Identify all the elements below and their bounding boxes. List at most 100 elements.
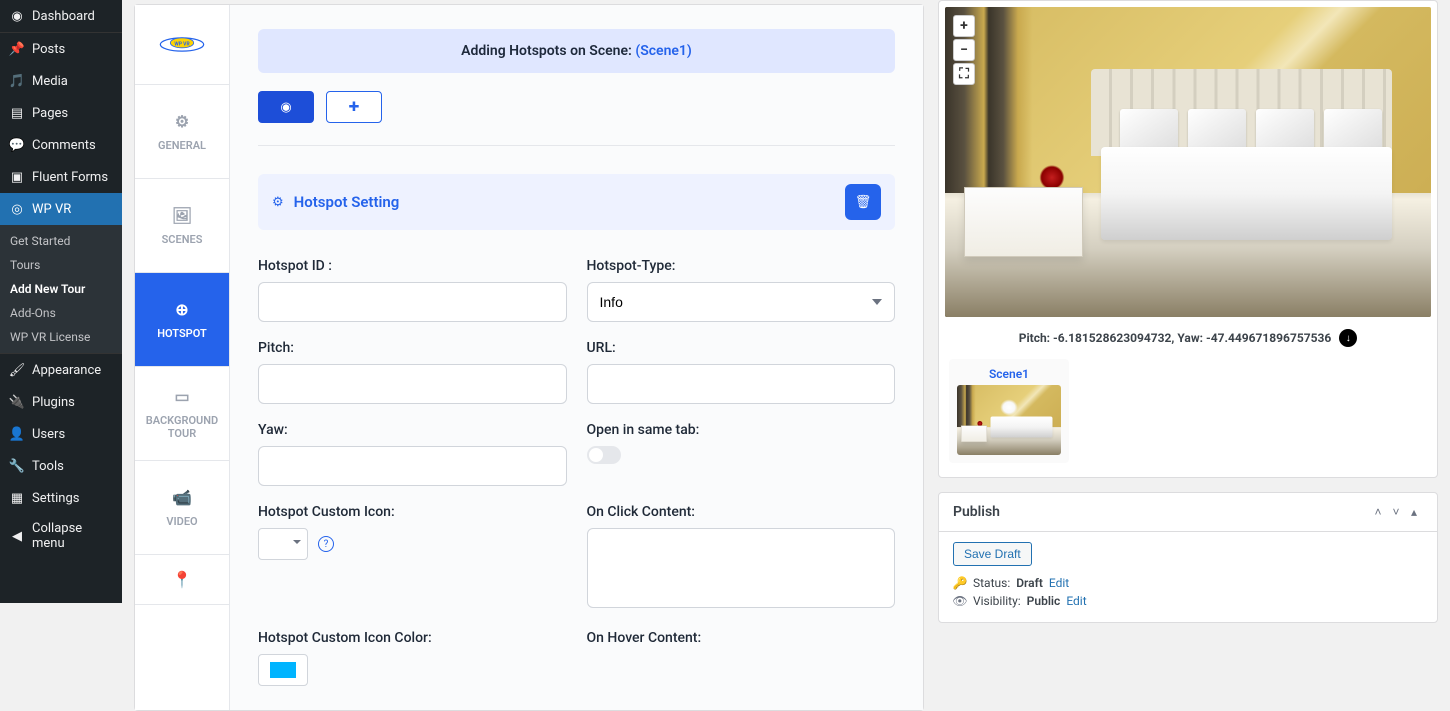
sub-get-started[interactable]: Get Started <box>0 229 122 253</box>
yaw-label: , Yaw: <box>1171 331 1206 345</box>
collapse-down-icon[interactable]: ˅ <box>1387 503 1405 521</box>
plus-icon: ✚ <box>349 100 360 115</box>
sidebar-item-wpvr[interactable]: ◎WP VR <box>0 193 122 225</box>
label: Pitch: <box>258 340 567 356</box>
publish-title: Publish <box>953 504 1369 520</box>
label: Hotspot Custom Icon: <box>258 504 567 520</box>
label: Yaw: <box>258 422 567 438</box>
field-hotspot-type: Hotspot-Type: Info <box>587 258 896 322</box>
label: Hotspot Custom Icon Color: <box>258 630 567 646</box>
url-input[interactable] <box>587 364 896 404</box>
visibility-label: Visibility: <box>973 594 1021 608</box>
key-icon: 🔑 <box>953 576 967 590</box>
brush-icon: 🖌 <box>8 361 26 379</box>
status-value: Draft <box>1016 576 1043 590</box>
color-picker[interactable] <box>258 654 308 686</box>
visibility-edit-link[interactable]: Edit <box>1066 594 1086 608</box>
same-tab-toggle[interactable] <box>587 446 621 464</box>
add-hotspot-button[interactable]: ✚ <box>326 91 382 123</box>
dashboard-icon: ◉ <box>8 7 26 25</box>
wpvr-icon: ◎ <box>8 200 26 218</box>
label: Media <box>32 74 68 89</box>
label: Collapse menu <box>32 521 114 551</box>
fullscreen-button[interactable]: ⛶ <box>953 63 975 85</box>
panorama-preview[interactable] <box>945 7 1431 317</box>
tab-label: VIDEO <box>166 515 197 528</box>
sidebar-item-users[interactable]: 👤Users <box>0 418 122 450</box>
scene-link[interactable]: (Scene1) <box>635 43 692 59</box>
delete-hotspot-button[interactable]: 🗑 <box>845 184 881 220</box>
location-icon: 📍 <box>172 570 192 589</box>
toggle-panel-icon[interactable]: ▴ <box>1405 503 1423 521</box>
sidebar-item-fluentforms[interactable]: ▣Fluent Forms <box>0 161 122 193</box>
download-icon[interactable]: ↓ <box>1339 329 1357 347</box>
sidebar-item-tools[interactable]: 🔧Tools <box>0 450 122 482</box>
sub-tours[interactable]: Tours <box>0 253 122 277</box>
label: On Click Content: <box>587 504 896 520</box>
collapse-up-icon[interactable]: ˄ <box>1369 503 1387 521</box>
forms-icon: ▣ <box>8 168 26 186</box>
tab-label: BACKGROUND TOUR <box>135 414 229 440</box>
tab-video[interactable]: 📹 VIDEO <box>135 461 229 555</box>
label: Hotspot ID : <box>258 258 567 274</box>
users-icon: 👤 <box>8 425 26 443</box>
label: Comments <box>32 138 96 153</box>
eye-icon: 👁 <box>953 594 967 608</box>
editor-tabs: WP VR ⚙ GENERAL 🖼 SCENES ⊕ HOTSPOT ▭ <box>135 5 230 710</box>
sidebar-item-media[interactable]: 🎵 Media <box>0 65 122 97</box>
on-click-textarea[interactable] <box>587 528 896 608</box>
collapse-icon: ◀ <box>8 527 26 545</box>
zoom-in-button[interactable]: + <box>953 15 975 37</box>
divider <box>258 145 895 146</box>
scene-thumbnail <box>957 385 1061 455</box>
sidebar-item-posts[interactable]: 📌Posts <box>0 33 122 65</box>
yaw-input[interactable] <box>258 446 567 486</box>
icon-picker-dropdown[interactable] <box>258 528 308 560</box>
hotspot-type-select[interactable]: Info <box>587 282 896 322</box>
tab-general[interactable]: ⚙ GENERAL <box>135 85 229 179</box>
tab-more[interactable]: 📍 <box>135 555 229 605</box>
field-url: URL: <box>587 340 896 404</box>
label: Plugins <box>32 395 75 410</box>
scene-thumbnail-card[interactable]: Scene1 <box>949 359 1069 463</box>
tour-editor: WP VR ⚙ GENERAL 🖼 SCENES ⊕ HOTSPOT ▭ <box>134 4 924 711</box>
setting-title: Hotspot Setting <box>294 193 845 211</box>
sidebar-item-dashboard[interactable]: ◉Dashboard <box>0 0 122 32</box>
media-icon: 🎵 <box>8 72 26 90</box>
sidebar-item-plugins[interactable]: 🔌 Plugins <box>0 386 122 418</box>
current-hotspot-button[interactable]: ◉ <box>258 91 314 123</box>
zoom-out-button[interactable]: − <box>953 39 975 61</box>
field-hotspot-id: Hotspot ID : <box>258 258 567 322</box>
sidebar-item-comments[interactable]: 💬Comments <box>0 129 122 161</box>
sub-add-new-tour[interactable]: Add New Tour <box>0 277 122 301</box>
tab-hotspot[interactable]: ⊕ HOTSPOT <box>135 273 229 367</box>
tab-background-tour[interactable]: ▭ BACKGROUND TOUR <box>135 367 229 461</box>
tab-scenes[interactable]: 🖼 SCENES <box>135 179 229 273</box>
sidebar-item-appearance[interactable]: 🖌Appearance <box>0 354 122 386</box>
svg-text:WP VR: WP VR <box>174 41 190 47</box>
save-draft-button[interactable]: Save Draft <box>953 542 1032 566</box>
sub-license[interactable]: WP VR License <box>0 325 122 349</box>
editor-body: Adding Hotspots on Scene: (Scene1) ◉ ✚ ⚙… <box>230 5 923 710</box>
color-swatch <box>270 662 296 678</box>
tab-label: GENERAL <box>158 139 206 152</box>
field-icon-color: Hotspot Custom Icon Color: <box>258 630 567 686</box>
info-icon[interactable]: ? <box>318 536 334 552</box>
bg-icon: ▭ <box>174 387 189 406</box>
hotspot-id-input[interactable] <box>258 282 567 322</box>
hotspot-form: Hotspot ID : Hotspot-Type: Info Pitch: <box>258 258 895 686</box>
field-on-hover: On Hover Content: <box>587 630 896 686</box>
pitch-input[interactable] <box>258 364 567 404</box>
publish-metabox: Publish ˄ ˅ ▴ Save Draft 🔑 Status: Draft… <box>938 492 1438 623</box>
status-edit-link[interactable]: Edit <box>1049 576 1069 590</box>
banner-text: Adding Hotspots on Scene: <box>461 43 635 59</box>
label: On Hover Content: <box>587 630 896 646</box>
sidebar-item-settings[interactable]: ▦Settings <box>0 482 122 514</box>
plug-icon: 🔌 <box>8 393 26 411</box>
sidebar-item-collapse[interactable]: ◀ Collapse menu <box>0 514 122 558</box>
scene-banner: Adding Hotspots on Scene: (Scene1) <box>258 29 895 73</box>
sidebar-item-pages[interactable]: ▤Pages <box>0 97 122 129</box>
trash-icon: 🗑 <box>855 195 872 210</box>
settings-icon: ▦ <box>8 489 26 507</box>
sub-addons[interactable]: Add-Ons <box>0 301 122 325</box>
